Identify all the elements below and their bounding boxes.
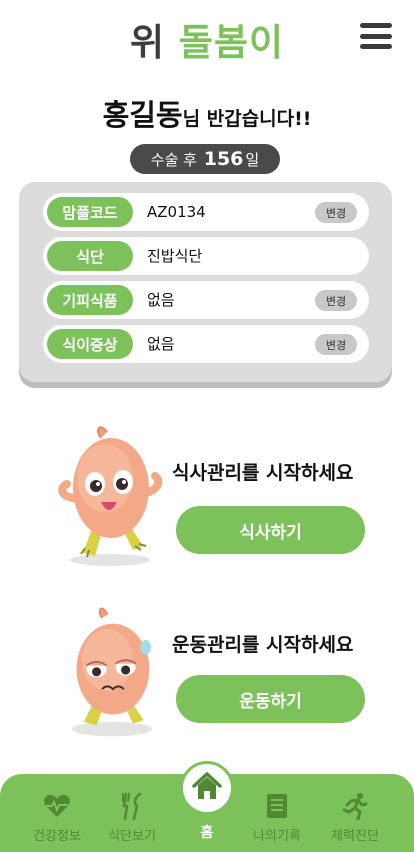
fork-knife-icon (118, 792, 146, 820)
hamburger-menu-icon[interactable] (360, 23, 392, 49)
user-name: 홍길동 (102, 98, 183, 132)
info-label: 식단 (47, 241, 133, 271)
greeting-message: 님 반갑습니다!! (182, 108, 312, 130)
info-value: 진밥식단 (147, 247, 203, 265)
tab-home-label[interactable]: 홈 (180, 822, 234, 842)
logo-part2: 돌봄이 (178, 21, 285, 64)
user-info-card: 맘플코드 AZ0134 변경 식단 진밥식단 기피식품 없음 변경 식이증상 없… (19, 182, 392, 382)
meal-title: 식사관리를 시작하세요 (172, 462, 354, 484)
surgery-suffix: 일 (245, 150, 260, 169)
info-value: 없음 (147, 335, 175, 353)
change-button[interactable]: 변경 (315, 334, 357, 355)
tab-label: 식단보기 (108, 829, 156, 844)
tab-label: 나의기록 (253, 829, 301, 844)
tab-my-record[interactable]: 나의기록 (242, 792, 312, 848)
info-row-symptom: 식이증상 없음 변경 (43, 325, 369, 363)
app-logo: 위 돌봄이 (0, 12, 414, 66)
info-label: 맘플코드 (47, 197, 133, 227)
tab-label: 건강정보 (33, 829, 81, 844)
change-button[interactable]: 변경 (315, 290, 357, 311)
tired-mascot-icon (72, 607, 152, 737)
start-meal-button[interactable]: 식사하기 (176, 506, 365, 554)
surgery-days: 156 (203, 148, 244, 170)
notebook-icon (263, 792, 291, 820)
start-exercise-button[interactable]: 운동하기 (176, 675, 365, 723)
exercise-title: 운동관리를 시작하세요 (172, 634, 354, 656)
tab-home[interactable] (180, 761, 234, 815)
app-header: 위 돌봄이 (0, 0, 414, 74)
home-icon (192, 772, 222, 804)
tab-health-info[interactable]: 건강정보 (22, 792, 92, 848)
tab-diet-view[interactable]: 식단보기 (97, 792, 167, 848)
surgery-days-badge: 수술 후 156 일 (130, 144, 280, 174)
info-row-avoid-food: 기피식품 없음 변경 (43, 281, 369, 319)
surgery-prefix: 수술 후 (150, 150, 197, 169)
exercise-section: 운동관리를 시작하세요 운동하기 (0, 600, 414, 750)
info-value: 없음 (147, 291, 175, 309)
logo-part1: 위 (129, 21, 166, 64)
tab-fitness-check[interactable]: 체력진단 (320, 792, 390, 848)
info-label: 식이증상 (47, 329, 133, 359)
heartbeat-icon (43, 792, 71, 820)
info-label: 기피식품 (47, 285, 133, 315)
change-button[interactable]: 변경 (315, 202, 357, 223)
info-row-mamplcode: 맘플코드 AZ0134 변경 (43, 193, 369, 231)
tab-label: 체력진단 (331, 829, 379, 844)
info-value: AZ0134 (147, 203, 206, 221)
info-row-diet: 식단 진밥식단 (43, 237, 369, 275)
greeting: 홍길동님 반갑습니다!! (0, 92, 414, 134)
running-icon (341, 792, 369, 820)
happy-mascot-icon (58, 426, 163, 566)
meal-section: 식사관리를 시작하세요 식사하기 (0, 418, 414, 568)
